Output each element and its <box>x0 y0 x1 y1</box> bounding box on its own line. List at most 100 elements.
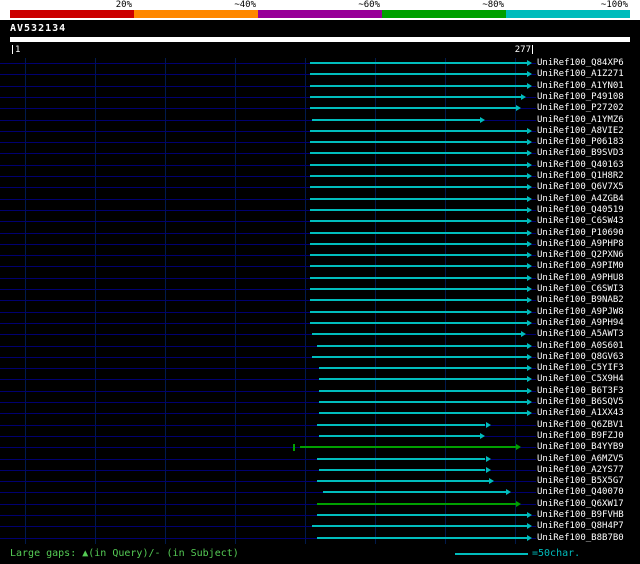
alignment-bar[interactable] <box>309 321 527 324</box>
hit-label[interactable]: UniRef100_A4ZGB4 <box>537 194 624 205</box>
hit-label[interactable]: UniRef100_B9SVD3 <box>537 148 624 159</box>
hit-label[interactable]: UniRef100_B6SQV5 <box>537 397 624 408</box>
hit-label[interactable]: UniRef100_A1Z271 <box>537 69 624 80</box>
hit-label[interactable]: UniRef100_P06183 <box>537 137 624 148</box>
hit-label[interactable]: UniRef100_Q40163 <box>537 160 624 171</box>
alignment-bar[interactable] <box>309 186 527 189</box>
alignment-bar[interactable] <box>300 446 516 449</box>
alignment-arrowhead[interactable] <box>527 263 532 270</box>
alignment-bar[interactable] <box>309 152 527 155</box>
hit-label[interactable]: UniRef100_A9PIM0 <box>537 261 624 272</box>
hit-label[interactable]: UniRef100_B5X5G7 <box>537 476 624 487</box>
hit-label[interactable]: UniRef100_Q2PXN6 <box>537 250 624 261</box>
alignment-arrowhead[interactable] <box>527 410 532 417</box>
alignment-bar[interactable] <box>309 141 527 144</box>
alignment-arrowhead[interactable] <box>527 297 532 304</box>
hit-label[interactable]: UniRef100_P10690 <box>537 228 624 239</box>
hit-label[interactable]: UniRef100_Q1H8R2 <box>537 171 624 182</box>
alignment-arrowhead[interactable] <box>479 432 485 439</box>
alignment-bar[interactable] <box>309 107 516 110</box>
alignment-bar[interactable] <box>309 299 527 302</box>
hit-label[interactable]: UniRef100_A0S601 <box>537 341 624 352</box>
alignment-arrowhead[interactable] <box>527 387 532 394</box>
alignment-bar[interactable] <box>309 129 527 132</box>
alignment-bar[interactable] <box>311 333 522 336</box>
alignment-arrowhead[interactable] <box>527 161 532 168</box>
alignment-bar[interactable] <box>317 514 527 517</box>
hit-label[interactable]: UniRef100_Q8H4P7 <box>537 521 624 532</box>
alignment-bar[interactable] <box>309 62 527 64</box>
alignment-arrowhead[interactable] <box>521 331 527 338</box>
hit-label[interactable]: UniRef100_B9FZJ0 <box>537 431 624 442</box>
hit-label[interactable]: UniRef100_Q6ZBV1 <box>537 420 624 431</box>
alignment-bar[interactable] <box>309 310 527 313</box>
alignment-arrowhead[interactable] <box>527 274 532 281</box>
hit-label[interactable]: UniRef100_A1YN01 <box>537 81 624 92</box>
alignment-arrowhead[interactable] <box>527 82 532 89</box>
alignment-arrowhead[interactable] <box>527 252 532 259</box>
alignment-arrowhead[interactable] <box>485 455 491 462</box>
hit-label[interactable]: UniRef100_A9PH94 <box>537 318 624 329</box>
alignment-bar[interactable] <box>319 434 480 437</box>
alignment-arrowhead[interactable] <box>527 184 532 191</box>
alignment-arrowhead[interactable] <box>506 489 512 496</box>
hit-label[interactable]: UniRef100_Q40070 <box>537 487 624 498</box>
alignment-bar[interactable] <box>309 254 527 257</box>
alignment-bar[interactable] <box>309 95 522 98</box>
hit-label[interactable]: UniRef100_A9PHU8 <box>537 273 624 284</box>
alignment-bar[interactable] <box>309 163 527 166</box>
alignment-bar[interactable] <box>317 480 490 483</box>
hit-label[interactable]: UniRef100_C5YIF3 <box>537 363 624 374</box>
alignment-arrowhead[interactable] <box>527 218 532 225</box>
alignment-bar[interactable] <box>309 220 527 223</box>
alignment-bar[interactable] <box>319 468 486 471</box>
hit-label[interactable]: UniRef100_B9NAB2 <box>537 295 624 306</box>
alignment-bar[interactable] <box>309 242 527 245</box>
alignment-arrowhead[interactable] <box>521 93 527 100</box>
alignment-bar[interactable] <box>317 536 527 539</box>
hit-label[interactable]: UniRef100_P49108 <box>537 92 624 103</box>
hit-label[interactable]: UniRef100_P27202 <box>537 103 624 114</box>
alignment-arrowhead[interactable] <box>485 466 491 473</box>
alignment-bar[interactable] <box>309 84 527 87</box>
alignment-bar[interactable] <box>322 491 507 494</box>
alignment-arrowhead[interactable] <box>527 523 532 530</box>
alignment-arrowhead[interactable] <box>489 478 495 485</box>
alignment-arrowhead[interactable] <box>515 500 521 507</box>
alignment-arrowhead[interactable] <box>515 444 521 451</box>
alignment-arrowhead[interactable] <box>527 229 532 236</box>
hit-label[interactable]: UniRef100_C5X9H4 <box>537 374 624 385</box>
alignment-bar[interactable] <box>317 423 486 426</box>
alignment-bar[interactable] <box>309 288 527 291</box>
alignment-bar[interactable] <box>319 401 527 404</box>
alignment-arrowhead[interactable] <box>527 534 532 541</box>
alignment-arrowhead[interactable] <box>527 512 532 519</box>
alignment-arrowhead[interactable] <box>527 206 532 213</box>
hit-label[interactable]: UniRef100_A6MZV5 <box>537 454 624 465</box>
alignment-arrowhead[interactable] <box>527 60 532 66</box>
alignment-arrowhead[interactable] <box>527 376 532 383</box>
alignment-bar[interactable] <box>319 412 527 415</box>
hit-label[interactable]: UniRef100_B6T3F3 <box>537 386 624 397</box>
alignment-arrowhead[interactable] <box>527 150 532 157</box>
alignment-arrowhead[interactable] <box>527 342 532 349</box>
alignment-arrowhead[interactable] <box>527 240 532 247</box>
hit-label[interactable]: UniRef100_A1XX43 <box>537 408 624 419</box>
hit-label[interactable]: UniRef100_B4YYB9 <box>537 442 624 453</box>
alignment-arrowhead[interactable] <box>527 319 532 326</box>
alignment-arrowhead[interactable] <box>527 286 532 293</box>
hit-label[interactable]: UniRef100_C6SWI3 <box>537 284 624 295</box>
hit-label[interactable]: UniRef100_Q6V7X5 <box>537 182 624 193</box>
hit-label[interactable]: UniRef100_C6SW43 <box>537 216 624 227</box>
hit-label[interactable]: UniRef100_A9PJW8 <box>537 307 624 318</box>
hit-label[interactable]: UniRef100_Q8GV63 <box>537 352 624 363</box>
alignment-arrowhead[interactable] <box>527 399 532 406</box>
alignment-arrowhead[interactable] <box>515 105 521 112</box>
alignment-arrowhead[interactable] <box>485 421 491 428</box>
hit-label[interactable]: UniRef100_A9PHP8 <box>537 239 624 250</box>
alignment-bar[interactable] <box>309 175 527 178</box>
alignment-bar[interactable] <box>319 378 527 381</box>
alignment-bar[interactable] <box>309 73 527 76</box>
hit-label[interactable]: UniRef100_Q40519 <box>537 205 624 216</box>
alignment-bar[interactable] <box>311 355 527 358</box>
